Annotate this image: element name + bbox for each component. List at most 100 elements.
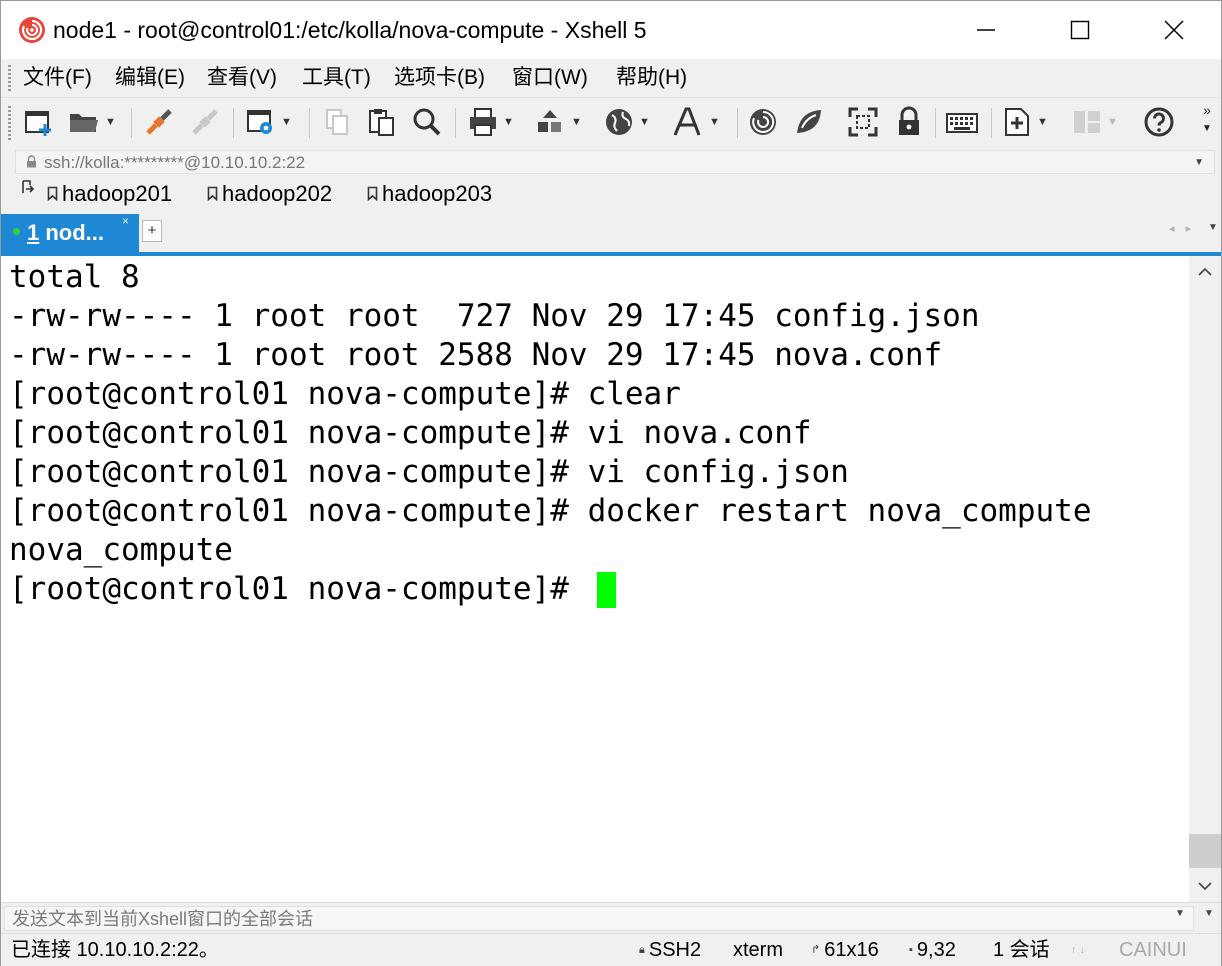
menu-file[interactable]: 文件(F) [23, 64, 92, 92]
bookmark-icon [367, 179, 378, 209]
terminal-cursor [597, 572, 616, 608]
print-icon[interactable]: ▼ [467, 104, 514, 140]
toolbar: ▼ ▼ ▼ ▼ ▼ ▼ ▼ ▼ » ▼ [1, 98, 1221, 148]
paste-icon[interactable] [366, 104, 398, 140]
terminal-line: total 8 [9, 259, 140, 295]
protocol-status: 🔒︎ SSH2 [639, 937, 701, 963]
properties-icon[interactable]: ▼ [245, 104, 292, 140]
tab-close-icon[interactable]: × [122, 214, 129, 228]
globe-icon[interactable]: ▼ [603, 104, 650, 140]
menu-edit[interactable]: 编辑(E) [115, 64, 185, 92]
terminal-screen[interactable]: total 8 -rw-rw---- 1 root root 727 Nov 2… [1, 256, 1189, 902]
link-label: hadoop203 [382, 181, 493, 206]
maximize-button[interactable] [1033, 1, 1127, 59]
terminal-prompt-line: [root@control01 nova-compute]# [9, 571, 588, 607]
link-label: hadoop202 [222, 181, 333, 206]
link-hadoop203[interactable]: hadoop203 [367, 179, 492, 209]
layout-icon[interactable]: ▼ [1071, 104, 1118, 140]
tab-scroll-arrows-icon[interactable]: ◂ ▸ [1169, 222, 1195, 235]
compose-input[interactable]: 发送文本到当前Xshell窗口的全部会话 [4, 906, 1194, 931]
terminal-scrollbar[interactable] [1189, 256, 1221, 902]
disconnect-icon[interactable] [189, 104, 221, 140]
address-value: ssh://kolla:*********@10.10.10.2:22 [44, 153, 306, 172]
properties-dropdown-arrow-icon[interactable]: ▼ [281, 116, 292, 128]
link-hadoop201[interactable]: hadoop201 [47, 179, 172, 209]
compose-bar: 发送文本到当前Xshell窗口的全部会话 ▼ ▼ [1, 902, 1221, 934]
lock-small-icon: 🔒︎ [639, 944, 645, 956]
tab-bar: 1 nod... × + ◂ ▸ ▼ [1, 212, 1221, 256]
lock-small-icon [26, 155, 37, 173]
scroll-down-icon[interactable] [1189, 870, 1221, 902]
toolbar-separator [991, 108, 992, 138]
help-icon[interactable] [1143, 104, 1175, 140]
menu-tabs[interactable]: 选项卡(B) [394, 64, 485, 92]
scrollbar-thumb[interactable] [1189, 834, 1221, 868]
lock-icon[interactable] [893, 104, 925, 140]
scroll-up-icon[interactable] [1189, 256, 1221, 288]
xshell-logo-icon [17, 15, 47, 45]
print-dropdown-arrow-icon[interactable]: ▼ [503, 116, 514, 128]
reconnect-icon[interactable] [143, 104, 175, 140]
cursor-pos-label: 9,32 [916, 939, 956, 961]
address-dropdown-icon[interactable]: ▼ [1194, 152, 1204, 174]
cursor-pos-icon: ▪ [909, 944, 913, 956]
compose-icon[interactable]: ▼ [1001, 104, 1048, 140]
resize-icon: ↱ [811, 944, 821, 956]
link-hadoop202[interactable]: hadoop202 [207, 179, 332, 209]
transfer-icon[interactable]: ▼ [535, 104, 582, 140]
terminal-line: [root@control01 nova-compute]# docker re… [9, 493, 1092, 529]
menu-bar: 文件(F) 编辑(E) 查看(V) 工具(T) 选项卡(B) 窗口(W) 帮助(… [1, 59, 1221, 98]
copy-icon[interactable] [321, 104, 353, 140]
link-label: hadoop201 [62, 181, 173, 206]
toolbar-grip[interactable] [8, 106, 11, 140]
toolbar-separator [233, 108, 234, 138]
find-icon[interactable] [411, 104, 443, 140]
font-dropdown-arrow-icon[interactable]: ▼ [709, 116, 720, 128]
links-bar-menu-icon[interactable] [21, 179, 35, 195]
terminal-line: -rw-rw---- 1 root root 727 Nov 29 17:45 … [9, 298, 980, 334]
bookmark-icon [47, 179, 58, 209]
menu-view[interactable]: 查看(V) [207, 64, 277, 92]
title-bar: node1 - root@control01:/etc/kolla/nova-c… [1, 1, 1221, 59]
xftp-icon[interactable] [747, 104, 779, 140]
tab-session-1[interactable]: 1 nod... × [1, 214, 139, 252]
toolbar-overflow-icon: » [1203, 102, 1211, 118]
toolbar-overflow-button[interactable]: » ▼ [1197, 102, 1217, 137]
compose-dropdown-icon[interactable]: ▼ [1175, 908, 1185, 919]
open-folder-icon[interactable]: ▼ [67, 104, 116, 140]
status-bar: 已连接 10.10.10.2:22。 🔒︎ SSH2 xterm ↱ 61x16 ▪… [1, 933, 1221, 966]
fullscreen-icon[interactable] [847, 104, 879, 140]
toolbar-separator [309, 108, 310, 138]
menu-tools[interactable]: 工具(T) [302, 64, 371, 92]
terminal-type-status: xterm [733, 939, 783, 961]
connected-status-dot [13, 228, 20, 235]
minimize-button[interactable] [939, 1, 1033, 59]
toolbar-separator [455, 108, 456, 138]
tab-label: 1 nod... [27, 219, 104, 247]
address-field[interactable]: ssh://kolla:*********@10.10.10.2:22 ▼ [15, 150, 1215, 174]
keyboard-icon[interactable] [945, 104, 979, 140]
close-button[interactable] [1127, 1, 1221, 59]
tab-list-dropdown-icon[interactable]: ▼ [1208, 222, 1218, 233]
address-bar: ssh://kolla:*********@10.10.10.2:22 ▼ [1, 148, 1221, 176]
links-bar: hadoop201 hadoop202 hadoop203 [1, 176, 1221, 212]
cursor-position-status: ▪ 9,32 [909, 937, 956, 963]
session-count-status: 1 会话 [993, 939, 1050, 961]
open-dropdown-arrow-icon[interactable]: ▼ [105, 116, 116, 128]
connection-status: 已连接 10.10.10.2:22。 [11, 939, 219, 961]
menu-window[interactable]: 窗口(W) [512, 64, 588, 92]
menu-grip[interactable] [8, 65, 11, 91]
font-icon[interactable]: ▼ [671, 104, 720, 140]
globe-dropdown-arrow-icon[interactable]: ▼ [639, 116, 650, 128]
new-tab-button[interactable]: + [142, 220, 162, 242]
xmanager-icon[interactable] [793, 104, 825, 140]
transfer-dropdown-arrow-icon[interactable]: ▼ [571, 116, 582, 128]
compose-menu-icon[interactable]: ▼ [1204, 908, 1214, 919]
window-title: node1 - root@control01:/etc/kolla/nova-c… [53, 17, 647, 43]
toolbar-separator [737, 108, 738, 138]
menu-help[interactable]: 帮助(H) [616, 64, 687, 92]
layout-dropdown-arrow-icon[interactable]: ▼ [1107, 116, 1118, 128]
xshell-window: node1 - root@control01:/etc/kolla/nova-c… [0, 0, 1222, 966]
compose-dropdown-arrow-icon[interactable]: ▼ [1037, 116, 1048, 128]
new-session-icon[interactable] [23, 104, 55, 140]
